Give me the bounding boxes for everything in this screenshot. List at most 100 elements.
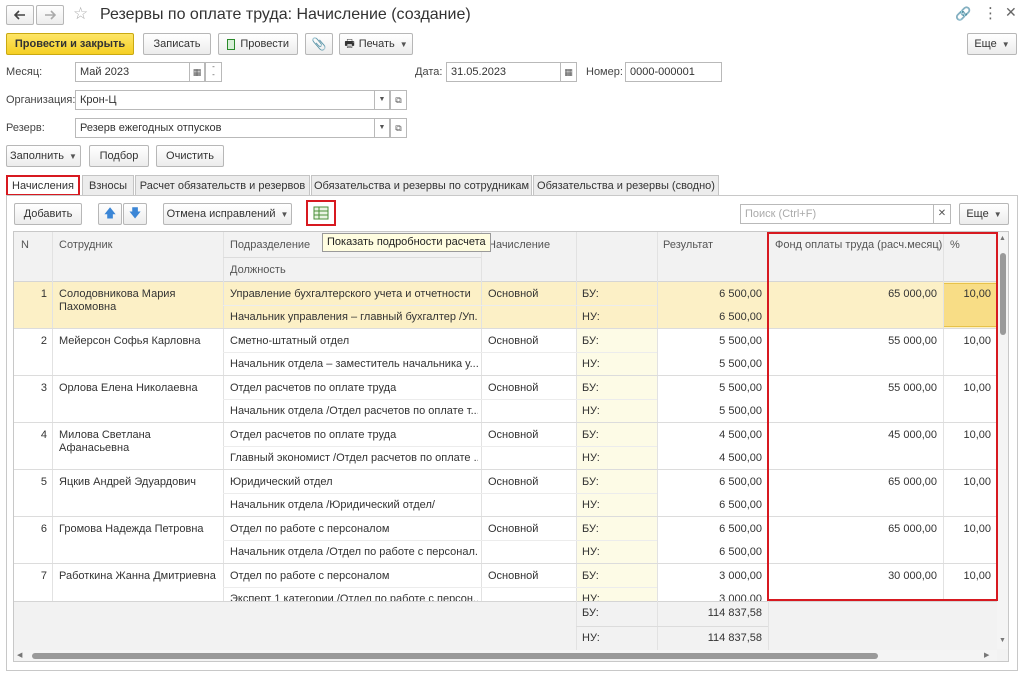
- row-subdivider: [223, 446, 657, 447]
- row-department: Сметно-штатный отдел: [230, 335, 350, 347]
- number-field[interactable]: 0000-000001: [625, 62, 722, 82]
- row-subdivider: [223, 493, 657, 494]
- row-employee: Милова Светлана Афанасьевна: [59, 429, 151, 454]
- row-nu-value: 5 500,00: [719, 405, 762, 417]
- caret-down-icon: ▼: [69, 151, 77, 161]
- printer-icon: 🖶: [344, 37, 355, 50]
- number-label: Номер:: [586, 66, 623, 78]
- more-button[interactable]: Еще ▼: [967, 33, 1017, 55]
- scroll-left-icon[interactable]: ◀: [17, 650, 22, 661]
- row-number: 3: [40, 382, 47, 394]
- caret-down-icon: ▼: [1001, 39, 1010, 49]
- dropdown-icon[interactable]: ▼: [374, 90, 390, 110]
- search-input[interactable]: Поиск (Ctrl+F): [740, 204, 934, 224]
- window-title: Резервы по оплате труда: Начисление (соз…: [100, 6, 471, 23]
- column-n[interactable]: N: [21, 239, 29, 251]
- link-icon[interactable]: 🔗: [955, 6, 971, 22]
- row-bu-value: 5 500,00: [719, 335, 762, 347]
- row-number: 6: [40, 523, 47, 535]
- more-vertical-icon[interactable]: ⋮: [983, 4, 998, 22]
- row-bu-label: БУ:: [582, 335, 599, 347]
- tab-by-employee[interactable]: Обязательства и резервы по сотрудникам: [311, 175, 532, 196]
- clear-search-icon[interactable]: ✕: [933, 204, 951, 224]
- total-bu-value: 114 837,58: [707, 607, 762, 619]
- tab-accruals[interactable]: Начисления: [6, 175, 80, 196]
- row-accrual: Основной: [488, 523, 539, 535]
- horizontal-scrollbar[interactable]: ◀ ▶: [14, 650, 997, 661]
- column-position[interactable]: Должность: [230, 264, 286, 276]
- row-employee: Яцкив Андрей Эдуардович: [59, 476, 196, 488]
- show-details-button[interactable]: [306, 200, 336, 226]
- column-result[interactable]: Результат: [663, 239, 713, 251]
- open-icon[interactable]: ⧉: [390, 118, 407, 138]
- post-button-label: Провести: [240, 38, 289, 50]
- column-employee[interactable]: Сотрудник: [59, 239, 112, 251]
- scroll-up-icon[interactable]: ▲: [999, 235, 1006, 242]
- reserve-field[interactable]: Резерв ежегодных отпусков: [75, 118, 375, 138]
- save-button[interactable]: Записать: [143, 33, 211, 55]
- arrow-left-icon: [14, 10, 25, 20]
- print-button-label: Печать: [358, 38, 395, 50]
- row-position: Начальник управления – главный бухгалтер…: [230, 311, 478, 323]
- row-accrual: Основной: [488, 288, 539, 300]
- row-number: 7: [40, 570, 47, 582]
- organization-field[interactable]: Крон-Ц: [75, 90, 375, 110]
- move-up-button[interactable]: 🡅: [98, 203, 122, 225]
- row-bu-label: БУ:: [582, 570, 599, 582]
- print-button[interactable]: 🖶 Печать ▼: [339, 33, 413, 55]
- pick-button[interactable]: Подбор: [89, 145, 149, 167]
- row-nu-label: НУ:: [582, 452, 600, 464]
- scroll-right-icon[interactable]: ▶: [984, 650, 989, 661]
- more-button-label: Еще: [974, 38, 997, 50]
- favorite-star-icon[interactable]: ☆: [73, 4, 88, 24]
- move-down-button[interactable]: 🡇: [123, 203, 147, 225]
- footer-divider: [576, 626, 768, 627]
- month-field[interactable]: Май 2023: [75, 62, 190, 82]
- vertical-scrollbar[interactable]: ▲ ▼: [997, 233, 1008, 649]
- date-field[interactable]: 31.05.2023: [446, 62, 561, 82]
- row-department: Отдел расчетов по оплате труда: [230, 382, 397, 394]
- row-position: Главный экономист /Отдел расчетов по опл…: [230, 452, 478, 464]
- back-button[interactable]: [6, 5, 34, 25]
- row-department: Юридический отдел: [230, 476, 333, 488]
- row-position: Начальник отдела – заместитель начальник…: [230, 358, 478, 370]
- fill-button-label: Заполнить: [10, 150, 65, 162]
- arrow-up-icon: 🡅: [103, 205, 117, 220]
- forward-button[interactable]: [36, 5, 64, 25]
- post-and-close-button[interactable]: Провести и закрыть: [6, 33, 134, 55]
- fill-button[interactable]: Заполнить ▼: [6, 145, 81, 167]
- cancel-fix-button[interactable]: Отмена исправлений ▼: [163, 203, 292, 225]
- row-number: 5: [40, 476, 47, 488]
- tab-calculation[interactable]: Расчет обязательств и резервов: [135, 175, 310, 196]
- month-spin-icon[interactable]: --: [205, 62, 222, 82]
- clear-button[interactable]: Очистить: [156, 145, 224, 167]
- row-nu-label: НУ:: [582, 405, 600, 417]
- tab-summary[interactable]: Обязательства и резервы (сводно): [533, 175, 719, 196]
- row-nu-label: НУ:: [582, 499, 600, 511]
- caret-down-icon: ▼: [280, 209, 289, 219]
- row-bu-label: БУ:: [582, 523, 599, 535]
- add-button[interactable]: Добавить: [14, 203, 82, 225]
- row-employee: Работкина Жанна Дмитриевна: [59, 570, 216, 582]
- column-divider: [768, 601, 769, 651]
- attach-button[interactable]: 📎: [305, 33, 333, 55]
- close-icon[interactable]: ✕: [1005, 4, 1017, 21]
- scroll-down-icon[interactable]: ▼: [999, 637, 1006, 644]
- calendar-icon[interactable]: ▦: [189, 62, 205, 82]
- calendar-icon[interactable]: ▦: [560, 62, 577, 82]
- vertical-scroll-thumb[interactable]: [1000, 253, 1006, 335]
- row-employee: Орлова Елена Николаевна: [59, 382, 198, 394]
- paperclip-icon: 📎: [311, 37, 327, 51]
- tab-contributions[interactable]: Взносы: [82, 175, 134, 196]
- column-accrual[interactable]: Начисление: [488, 239, 550, 251]
- row-nu-value: 6 500,00: [719, 311, 762, 323]
- fund-columns-highlight-frame: [767, 232, 998, 601]
- horizontal-scroll-thumb[interactable]: [32, 653, 878, 659]
- open-icon[interactable]: ⧉: [390, 90, 407, 110]
- dropdown-icon[interactable]: ▼: [374, 118, 390, 138]
- column-department[interactable]: Подразделение: [230, 239, 310, 251]
- post-button[interactable]: Провести: [218, 33, 298, 55]
- row-bu-label: БУ:: [582, 288, 599, 300]
- row-bu-value: 4 500,00: [719, 429, 762, 441]
- grid-more-button[interactable]: Еще ▼: [959, 203, 1009, 225]
